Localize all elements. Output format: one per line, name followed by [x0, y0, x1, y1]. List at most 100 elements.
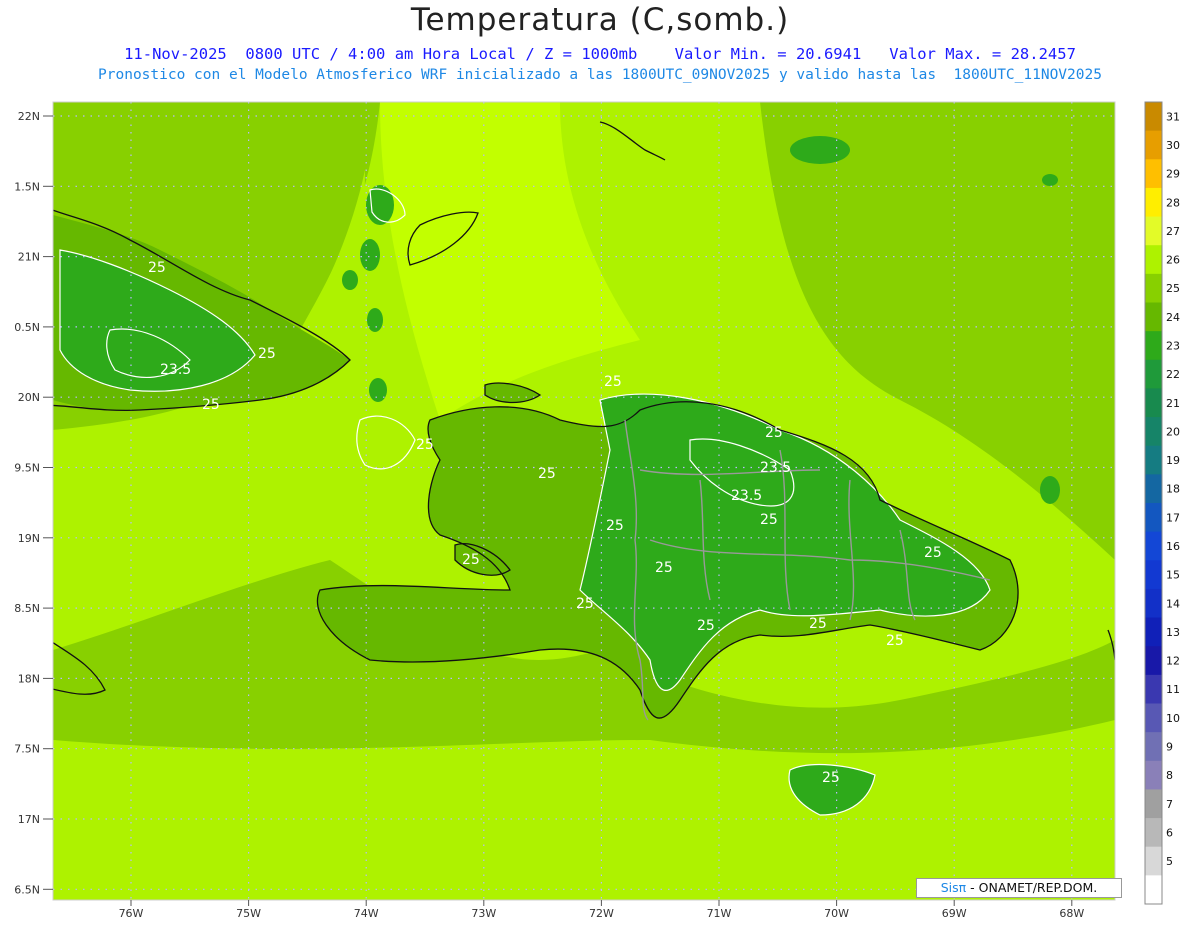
colorbar-swatch	[1145, 187, 1162, 218]
colorbar-swatch	[1145, 216, 1162, 246]
colorbar-label: 10	[1166, 712, 1180, 725]
islet	[1040, 476, 1060, 504]
colorbar-swatch	[1145, 560, 1162, 590]
colorbar-swatch	[1145, 474, 1162, 504]
contour-label: 25	[760, 512, 778, 528]
colorbar-label: 18	[1166, 483, 1180, 496]
latitude-labels: 22N 1.5N 21N 0.5N 20N 9.5N 19N 8.5N 18N 7.5N 17N 6.…	[14, 110, 53, 896]
colorbar-swatch	[1145, 588, 1162, 619]
colorbar-swatch	[1145, 760, 1162, 790]
contour-label: 25	[576, 596, 594, 612]
longitude-labels: 76W 75W 74W 73W 72W 71W 70W 69W 68W	[119, 900, 1084, 920]
longitude-label: 69W	[942, 907, 967, 920]
colorbar-swatch	[1145, 388, 1162, 418]
credit-box: Sisπ - ONAMET/REP.DOM.	[916, 878, 1122, 898]
contour-label: 25	[148, 260, 166, 276]
latitude-label: 21N	[18, 251, 40, 264]
brand-label: Sisπ	[940, 880, 967, 895]
contour-label: 25	[416, 437, 434, 453]
colorbar: 31 30 29 28 27 26 25 24 23 22 21 20 19 18 17 16 15 14 13 12…	[1144, 101, 1180, 905]
latitude-label: 6.5N	[14, 883, 40, 896]
contour-label: 25	[822, 770, 840, 786]
contour-label: 25	[604, 374, 622, 390]
longitude-label: 72W	[589, 907, 614, 920]
colorbar-label: 19	[1166, 454, 1180, 467]
colorbar-swatch	[1145, 302, 1162, 332]
colorbar-swatch	[1145, 245, 1162, 275]
colorbar-swatch	[1145, 646, 1162, 676]
contour-label: 25	[765, 425, 783, 441]
colorbar-label: 22	[1166, 368, 1180, 381]
latitude-label: 7.5N	[14, 743, 40, 756]
colorbar-label: 26	[1166, 254, 1180, 267]
latitude-label: 8.5N	[14, 602, 40, 615]
contour-label: 23.5	[160, 362, 191, 378]
contour-label: 25	[809, 616, 827, 632]
colorbar-label: 27	[1166, 225, 1180, 238]
colorbar-swatch	[1145, 846, 1162, 876]
colorbar-label: 25	[1166, 282, 1180, 295]
contour-label: 25	[606, 518, 624, 534]
colorbar-label: 11	[1166, 683, 1180, 696]
latitude-label: 20N	[18, 391, 40, 404]
longitude-label: 76W	[119, 907, 144, 920]
islet	[369, 378, 387, 402]
colorbar-swatch	[1145, 703, 1162, 733]
map-plot-area: 25 23.5 25 25 25 25 25 25 25 23.5 23.5 2…	[53, 102, 1115, 900]
colorbar-label: 30	[1166, 139, 1180, 152]
latitude-label: 22N	[18, 110, 40, 123]
colorbar-label: 9	[1166, 740, 1173, 753]
colorbar-label: 14	[1166, 597, 1180, 610]
contour-label: 25	[697, 618, 715, 634]
colorbar-swatch	[1145, 818, 1162, 848]
colorbar-swatch	[1145, 875, 1162, 905]
contour-label: 25	[258, 346, 276, 362]
latitude-label: 19N	[18, 532, 40, 545]
latitude-label: 17N	[18, 813, 40, 826]
islet	[360, 239, 380, 271]
contour-label: 25	[655, 560, 673, 576]
colorbar-label: 29	[1166, 168, 1180, 181]
colorbar-label: 21	[1166, 397, 1180, 410]
colorbar-swatch	[1145, 159, 1162, 189]
colorbar-swatch	[1145, 445, 1162, 475]
colorbar-swatch	[1145, 130, 1162, 160]
colorbar-label: 13	[1166, 626, 1180, 639]
longitude-label: 70W	[824, 907, 849, 920]
colorbar-swatch	[1145, 503, 1162, 533]
colorbar-swatch	[1145, 417, 1162, 447]
colorbar-swatch	[1145, 331, 1162, 361]
temperature-map-figure: 25 23.5 25 25 25 25 25 25 25 23.5 23.5 2…	[14, 101, 1180, 920]
islet	[367, 308, 383, 332]
colorbar-label: 16	[1166, 540, 1180, 553]
contour-label: 25	[462, 552, 480, 568]
contour-label: 25	[886, 633, 904, 649]
islet	[1042, 174, 1058, 186]
contour-label: 25	[538, 466, 556, 482]
colorbar-label: 28	[1166, 196, 1180, 209]
colorbar-label: 8	[1166, 769, 1173, 782]
latitude-label: 18N	[18, 672, 40, 685]
contour-label: 23.5	[731, 488, 762, 504]
colorbar-swatch	[1145, 359, 1162, 389]
credit-label: - ONAMET/REP.DOM.	[966, 880, 1098, 895]
longitude-label: 71W	[707, 907, 732, 920]
contour-label: 25	[202, 397, 220, 413]
longitude-label: 73W	[471, 907, 496, 920]
colorbar-label: 31	[1166, 110, 1180, 123]
latitude-label: 0.5N	[14, 321, 40, 334]
colorbar-swatch	[1145, 674, 1162, 704]
colorbar-label: 17	[1166, 511, 1180, 524]
longitude-label: 74W	[354, 907, 379, 920]
contour-label: 23.5	[760, 460, 791, 476]
colorbar-label: 7	[1166, 798, 1173, 811]
colorbar-swatch	[1145, 789, 1162, 819]
colorbar-label: 6	[1166, 826, 1173, 839]
colorbar-swatch	[1145, 102, 1162, 132]
islet	[790, 136, 850, 164]
colorbar-swatch	[1145, 617, 1162, 647]
colorbar-label: 23	[1166, 339, 1180, 352]
colorbar-swatch	[1145, 732, 1162, 762]
latitude-label: 1.5N	[14, 180, 40, 193]
longitude-label: 68W	[1059, 907, 1084, 920]
